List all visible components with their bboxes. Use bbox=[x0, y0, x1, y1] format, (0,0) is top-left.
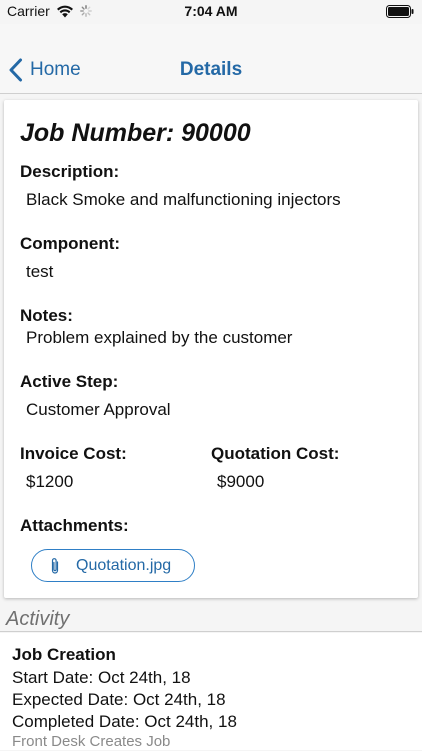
invoice-cost-value: $1200 bbox=[26, 472, 74, 491]
quotation-cost-value: $9000 bbox=[217, 472, 265, 491]
status-bar: Carrier 7:04 AM bbox=[0, 0, 422, 24]
active-step-value: Customer Approval bbox=[26, 400, 171, 419]
activity-header-label: Activity bbox=[6, 608, 70, 630]
attachments-label: Attachments: bbox=[20, 516, 129, 535]
activity-expected-date: Expected Date: Oct 24th, 18 bbox=[12, 690, 226, 709]
navigation-bar: Home Details bbox=[0, 24, 422, 94]
page-title: Details bbox=[179, 59, 243, 80]
activity-note: Front Desk Creates Job bbox=[12, 733, 171, 750]
activity-start-date: Start Date: Oct 24th, 18 bbox=[12, 668, 191, 687]
component-label: Component: bbox=[20, 234, 121, 253]
battery-icon bbox=[386, 5, 414, 18]
quotation-cost-label: Quotation Cost: bbox=[211, 444, 340, 463]
description-label: Description: bbox=[20, 162, 120, 181]
activity-list-item[interactable]: Job Creation Start Date: Oct 24th, 18 Ex… bbox=[0, 633, 422, 750]
attachment-filename: Quotation.jpg bbox=[76, 556, 172, 574]
component-value: test bbox=[26, 262, 54, 281]
status-time: 7:04 AM bbox=[184, 3, 238, 19]
invoice-cost-label: Invoice Cost: bbox=[20, 444, 127, 463]
job-number-title: Job Number: 90000 bbox=[20, 119, 251, 147]
active-step-label: Active Step: bbox=[20, 372, 119, 391]
job-details-card: Job Number: 90000 Description: Black Smo… bbox=[4, 100, 418, 598]
activity-title: Job Creation bbox=[12, 645, 116, 664]
activity-completed-date: Completed Date: Oct 24th, 18 bbox=[12, 712, 237, 731]
description-value: Black Smoke and malfunctioning injectors bbox=[26, 190, 341, 209]
attachment-quotation-button[interactable]: Quotation.jpg bbox=[31, 549, 195, 582]
activity-section-header: Activity bbox=[0, 604, 422, 632]
notes-label: Notes: bbox=[20, 306, 73, 325]
notes-value: Problem explained by the customer bbox=[26, 328, 293, 347]
paperclip-icon bbox=[51, 557, 59, 574]
